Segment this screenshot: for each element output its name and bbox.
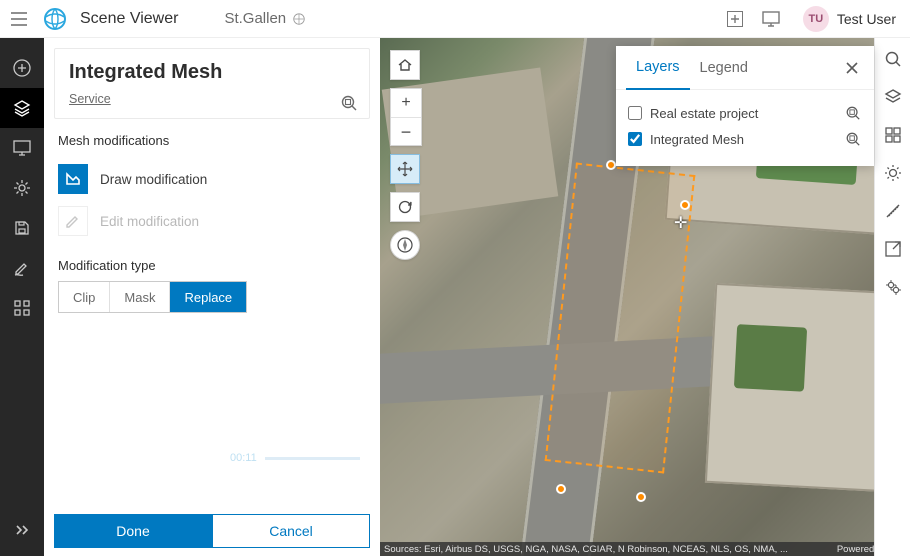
done-button[interactable]: Done (54, 514, 212, 548)
close-icon[interactable] (840, 56, 864, 80)
rail-present-icon[interactable] (0, 128, 44, 168)
basemap-icon[interactable] (882, 124, 904, 146)
scene-name[interactable]: St.Gallen (224, 10, 306, 27)
draw-modification-label: Draw modification (100, 172, 207, 187)
tab-layers[interactable]: Layers (626, 46, 690, 90)
ghost-play-overlay: 00:11 (230, 440, 360, 476)
zoom-out-button[interactable]: − (391, 117, 421, 145)
rail-layers-icon[interactable] (0, 88, 44, 128)
polygon-handle[interactable] (606, 160, 616, 170)
layer-visibility-checkbox[interactable] (628, 132, 642, 146)
layer-row: Integrated Mesh (628, 126, 862, 152)
compass-icon[interactable] (390, 230, 420, 260)
rail-style-icon[interactable] (0, 248, 44, 288)
edit-modification-icon (58, 206, 88, 236)
mesh-modifications-section: Mesh modifications Draw modification Edi… (44, 123, 380, 313)
layer-visibility-checkbox[interactable] (628, 106, 642, 120)
measure-icon[interactable] (882, 200, 904, 222)
rail-expand-icon[interactable] (0, 510, 44, 550)
globe-logo-icon (42, 6, 68, 32)
share-icon[interactable] (882, 238, 904, 260)
tab-legend[interactable]: Legend (690, 46, 758, 90)
user-avatar[interactable]: TU (803, 6, 829, 32)
scene-name-text: St.Gallen (224, 10, 286, 27)
panel-button-bar: Done Cancel (44, 508, 380, 556)
section-title: Mesh modifications (58, 133, 366, 148)
map-controls: + − (390, 50, 422, 260)
app-header: Scene Viewer St.Gallen TU Test User (0, 0, 910, 38)
search-icon[interactable] (882, 48, 904, 70)
layers-panel: Layers Legend Real estate project Integr… (616, 46, 874, 166)
layer-label: Real estate project (650, 106, 844, 121)
daylight-icon[interactable] (882, 162, 904, 184)
app-title: Scene Viewer (80, 10, 178, 28)
zoom-to-layer-icon[interactable] (844, 130, 862, 148)
layer-row: Real estate project (628, 100, 862, 126)
map-greenroof (734, 324, 807, 392)
layers-list: Real estate project Integrated Mesh (616, 90, 874, 166)
left-nav-rail (0, 38, 44, 556)
draw-modification-row[interactable]: Draw modification (58, 158, 366, 200)
layers-icon[interactable] (882, 86, 904, 108)
zoom-to-layer-icon[interactable] (844, 104, 862, 122)
polygon-handle[interactable] (556, 484, 566, 494)
layer-title: Integrated Mesh (69, 61, 355, 84)
layers-panel-tabs: Layers Legend (616, 46, 874, 90)
modification-type-label: Modification type (58, 258, 366, 273)
service-link[interactable]: Service (69, 92, 111, 106)
layer-label: Integrated Mesh (650, 132, 844, 147)
settings-small-icon[interactable] (882, 276, 904, 298)
globe-small-icon (292, 12, 306, 26)
crosshair-cursor-icon: ✛ (674, 213, 687, 233)
mod-type-replace[interactable]: Replace (170, 282, 246, 312)
right-tool-rail (874, 38, 910, 556)
zoom-control: + − (390, 88, 422, 146)
map-attribution: Sources: Esri, Airbus DS, USGS, NGA, NAS… (380, 542, 910, 556)
hamburger-menu-icon[interactable] (8, 8, 30, 30)
zoom-in-button[interactable]: + (391, 89, 421, 117)
home-button-icon[interactable] (390, 50, 420, 80)
cancel-button[interactable]: Cancel (212, 514, 370, 548)
layer-card: Integrated Mesh Service (54, 48, 370, 119)
edit-modification-row: Edit modification (58, 200, 366, 242)
rail-add-icon[interactable] (0, 48, 44, 88)
ghost-progress-bar (265, 457, 360, 460)
ghost-time: 00:11 (230, 452, 257, 464)
modification-type-segment: Clip Mask Replace (58, 281, 247, 313)
mod-type-clip[interactable]: Clip (59, 282, 110, 312)
polygon-handle[interactable] (680, 200, 690, 210)
avatar-initials: TU (809, 13, 824, 25)
present-icon[interactable] (757, 5, 785, 33)
attribution-sources: Sources: Esri, Airbus DS, USGS, NGA, NAS… (384, 544, 788, 555)
rail-apps-icon[interactable] (0, 288, 44, 328)
polygon-handle[interactable] (636, 492, 646, 502)
mod-type-mask[interactable]: Mask (110, 282, 170, 312)
add-icon[interactable] (721, 5, 749, 33)
pan-tool-icon[interactable] (390, 154, 420, 184)
zoom-to-layer-icon[interactable] (339, 93, 359, 113)
rotate-tool-icon[interactable] (390, 192, 420, 222)
rail-settings-icon[interactable] (0, 168, 44, 208)
rail-save-icon[interactable] (0, 208, 44, 248)
user-name[interactable]: Test User (837, 11, 896, 27)
edit-modification-label: Edit modification (100, 214, 199, 229)
draw-modification-icon (58, 164, 88, 194)
side-panel: Integrated Mesh Service Mesh modificatio… (44, 38, 380, 556)
